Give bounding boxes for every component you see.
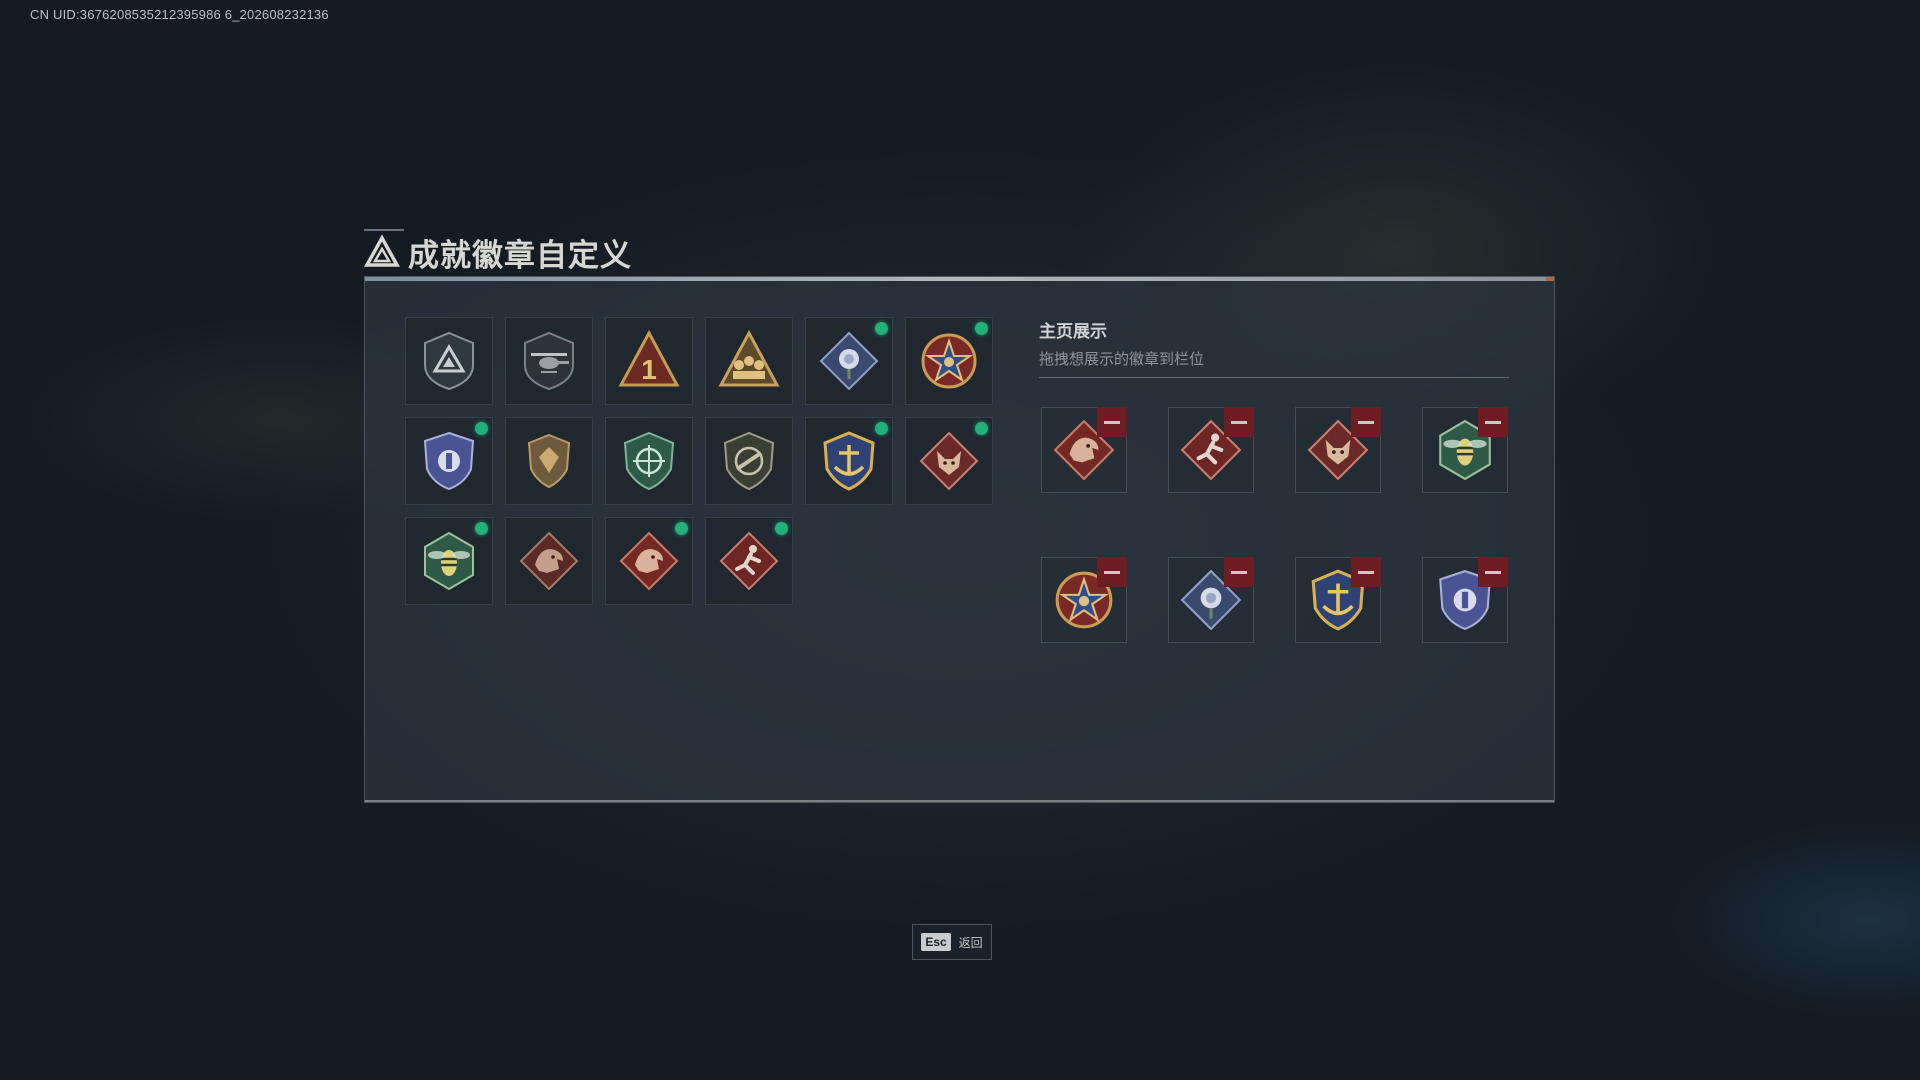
badge-customize-panel: 1 主页展示 拖拽想展示的徽章到栏位 (364, 276, 1555, 803)
badge-cell[interactable] (505, 317, 593, 405)
back-label: 返回 (958, 935, 983, 950)
showcase-subtitle: 拖拽想展示的徽章到栏位 (1039, 351, 1205, 368)
minus-icon (1231, 420, 1247, 424)
remove-badge-button[interactable] (1478, 557, 1508, 587)
badge-cell[interactable] (705, 317, 793, 405)
rifle-shield-badge-icon (723, 431, 775, 491)
esc-key-icon: Esc (921, 933, 951, 951)
badge-cell[interactable] (905, 417, 993, 505)
badge-cell[interactable] (605, 517, 693, 605)
showcase-slot[interactable] (1168, 557, 1254, 643)
runner-diamond-badge-icon (719, 531, 779, 591)
wasp-hexagon-badge-icon (424, 531, 474, 591)
badge-cell[interactable] (705, 417, 793, 505)
dragon-diamond-badge-icon (519, 531, 579, 591)
anchor-gold-badge-icon (823, 431, 875, 491)
showcase-slot[interactable] (1168, 407, 1254, 493)
new-indicator-dot (875, 322, 888, 335)
badge-cell[interactable]: 1 (605, 317, 693, 405)
minus-icon (1358, 420, 1374, 424)
new-indicator-dot (475, 522, 488, 535)
remove-badge-button[interactable] (1351, 407, 1381, 437)
badge-cell[interactable] (805, 317, 893, 405)
showcase-slot[interactable] (1422, 407, 1508, 493)
squad-badge-icon (718, 329, 780, 387)
badge-cell[interactable] (405, 517, 493, 605)
new-indicator-dot (675, 522, 688, 535)
showcase-slot[interactable] (1041, 557, 1127, 643)
triangle-emblem-icon (424, 331, 474, 391)
showcase-header: 主页展示 拖拽想展示的徽章到栏位 (1039, 317, 1509, 378)
minus-icon (1358, 570, 1374, 574)
badge-cell[interactable] (505, 517, 593, 605)
new-indicator-dot (775, 522, 788, 535)
panel-bottom-bar (365, 800, 1554, 802)
new-indicator-dot (975, 422, 988, 435)
minus-icon (1231, 570, 1247, 574)
star-medal-badge-icon (921, 333, 977, 389)
minus-icon (1485, 420, 1501, 424)
remove-badge-button[interactable] (1478, 407, 1508, 437)
dialog-title: 成就徽章自定义 (408, 237, 632, 273)
minus-icon (1104, 420, 1120, 424)
bronze-shield-badge-icon (527, 433, 571, 489)
rose-diamond-badge-icon (819, 331, 879, 391)
remove-badge-button[interactable] (1097, 557, 1127, 587)
remove-badge-button[interactable] (1224, 557, 1254, 587)
badge-cell[interactable] (505, 417, 593, 505)
showcase-slot[interactable] (1041, 407, 1127, 493)
badge-cell[interactable] (805, 417, 893, 505)
remove-badge-button[interactable] (1097, 407, 1127, 437)
crosshair-shield-badge-icon (623, 431, 675, 491)
showcase-slot[interactable] (1422, 557, 1508, 643)
remove-badge-button[interactable] (1351, 557, 1381, 587)
badge-cell[interactable] (605, 417, 693, 505)
badge-cell[interactable] (405, 317, 493, 405)
remove-badge-button[interactable] (1224, 407, 1254, 437)
svg-text:1: 1 (641, 354, 657, 385)
badge-cell[interactable] (705, 517, 793, 605)
police-shield-badge-icon (423, 431, 475, 491)
minus-icon (1104, 570, 1120, 574)
dragon-diamond-red-badge-icon (619, 531, 679, 591)
back-button[interactable]: Esc 返回 (912, 924, 992, 960)
badge-cell[interactable] (905, 317, 993, 405)
showcase-title: 主页展示 (1039, 322, 1107, 341)
showcase-slot[interactable] (1295, 407, 1381, 493)
uid-watermark: CN UID:3676208535212395986 6_20260823213… (30, 7, 329, 22)
wolf-diamond-badge-icon (919, 431, 979, 491)
badge-cell[interactable] (405, 417, 493, 505)
delta-logo-icon (364, 234, 400, 267)
panel-top-bar (365, 277, 1554, 281)
new-indicator-dot (875, 422, 888, 435)
dialog-header: 成就徽章自定义 (364, 230, 632, 274)
new-indicator-dot (975, 322, 988, 335)
minus-icon (1485, 570, 1501, 574)
badge-collection-grid: 1 (405, 317, 1005, 605)
showcase-divider (1039, 377, 1509, 378)
showcase-slot[interactable] (1295, 557, 1381, 643)
helicopter-badge-icon (524, 331, 574, 391)
new-indicator-dot (475, 422, 488, 435)
rank-one-badge-icon: 1 (618, 329, 680, 387)
